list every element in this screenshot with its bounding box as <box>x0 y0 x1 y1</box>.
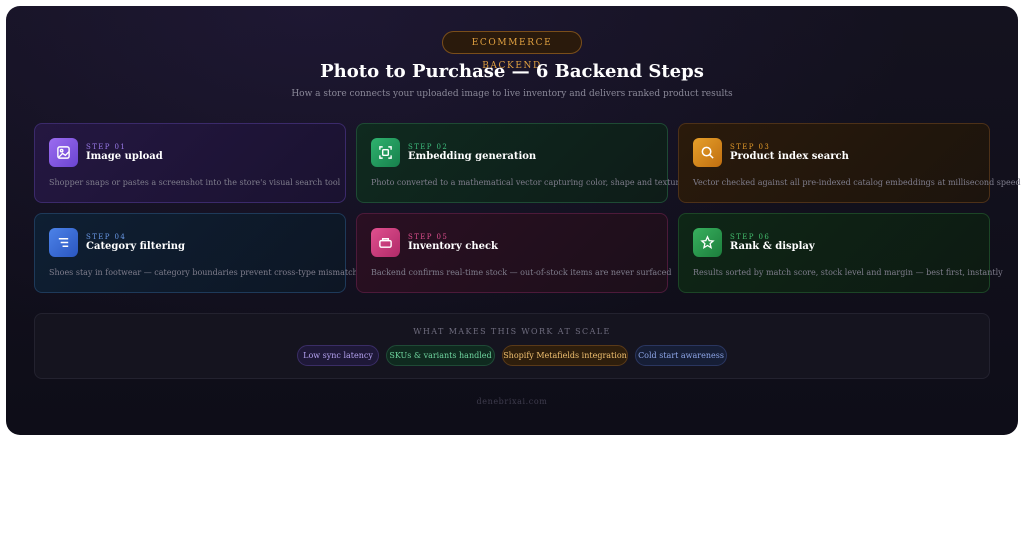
chip-cold-start: Cold start awareness <box>635 345 727 366</box>
scale-heading: WHAT MAKES THIS WORK AT SCALE <box>413 327 611 336</box>
step-label: STEP 05 <box>408 233 449 241</box>
category-badge: ECOMMERCE BACKEND <box>442 31 582 71</box>
chip-low-sync-latency: Low sync latency <box>297 345 379 366</box>
step-card-category-filtering: STEP 04 Category filtering Shoes stay in… <box>34 213 367 293</box>
step-description: Shopper snaps or pastes a screenshot int… <box>49 178 341 187</box>
step-description: Results sorted by match score, stock lev… <box>693 268 1003 277</box>
step-label: STEP 01 <box>86 143 127 151</box>
step-description: Backend confirms real-time stock — out-o… <box>371 268 672 277</box>
step-title: Category filtering <box>86 241 186 252</box>
page-subtitle: How a store connects your uploaded image… <box>291 89 733 99</box>
page-title: Photo to Purchase — 6 Backend Steps <box>320 61 704 82</box>
chip-skus-variants: SKUs & variants handled <box>386 345 495 366</box>
step-label: STEP 04 <box>86 233 127 241</box>
box-icon <box>371 228 400 257</box>
step-label: STEP 06 <box>730 233 771 241</box>
step-card-rank-display: STEP 06 Rank & display Results sorted by… <box>678 213 1003 293</box>
step-card-image-upload: STEP 01 Image upload Shopper snaps or pa… <box>34 123 346 203</box>
star-icon <box>693 228 722 257</box>
step-description: Vector checked against all pre-indexed c… <box>693 178 1021 187</box>
scan-icon <box>371 138 400 167</box>
step-title: Rank & display <box>730 241 815 252</box>
filter-icon <box>49 228 78 257</box>
step-title: Inventory check <box>408 241 498 252</box>
step-description: Shoes stay in footwear — category bounda… <box>49 268 367 277</box>
step-title: Image upload <box>86 151 163 162</box>
step-title: Product index search <box>730 151 849 162</box>
step-card-inventory-check: STEP 05 Inventory check Backend confirms… <box>356 213 672 293</box>
step-label: STEP 03 <box>730 143 771 151</box>
footer-domain: denebrixai.com <box>476 397 548 406</box>
chip-shopify-metafields: Shopify Metafields integration <box>502 345 628 366</box>
step-description: Photo converted to a mathematical vector… <box>371 178 685 187</box>
image-icon <box>49 138 78 167</box>
step-label: STEP 02 <box>408 143 449 151</box>
step-card-embedding-generation: STEP 02 Embedding generation Photo conve… <box>356 123 685 203</box>
search-icon <box>693 138 722 167</box>
step-card-product-index-search: STEP 03 Product index search Vector chec… <box>678 123 1021 203</box>
step-title: Embedding generation <box>408 151 537 162</box>
